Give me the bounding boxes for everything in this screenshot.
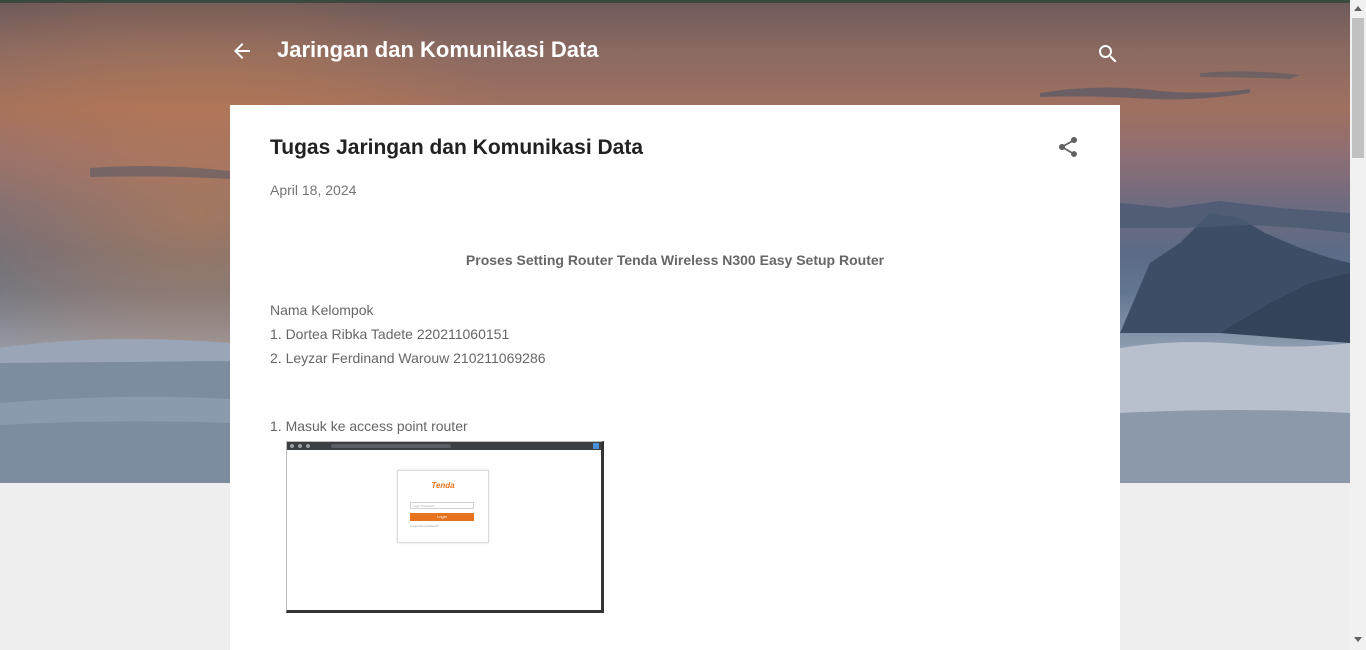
browser-toolbar — [287, 442, 601, 450]
scrollbar-thumb[interactable] — [1352, 18, 1364, 158]
tenda-login-panel: Tenda Login Password Login Forget the pa… — [397, 470, 489, 543]
forgot-password-link: Forget the password? — [410, 524, 440, 528]
nav-dot-icon — [290, 444, 294, 448]
step-1-text: 1. Masuk ke access point router — [270, 418, 468, 434]
post-heading-text: Proses Setting Router Tenda Wireless N30… — [465, 252, 885, 268]
post-title: Tugas Jaringan dan Komunikasi Data — [270, 136, 644, 159]
nav-dot-icon — [298, 444, 302, 448]
post-heading: Proses Setting Router Tenda Wireless N30… — [230, 252, 1120, 268]
team-info: Nama Kelompok 1. Dortea Ribka Tadete 220… — [270, 298, 546, 370]
router-login-screenshot[interactable]: Tenda Login Password Login Forget the pa… — [286, 441, 604, 613]
team-member: 2. Leyzar Ferdinand Warouw 210211069286 — [270, 350, 546, 366]
blog-title-link[interactable]: Jaringan dan Komunikasi Data — [277, 37, 599, 63]
post-card: Tugas Jaringan dan Komunikasi Data April… — [230, 105, 1120, 650]
arrow-left-icon[interactable] — [230, 39, 254, 63]
scroll-up-icon[interactable] — [1354, 6, 1362, 11]
tenda-logo: Tenda — [431, 481, 455, 490]
team-member: 1. Dortea Ribka Tadete 220211060151 — [270, 326, 510, 342]
share-icon[interactable] — [1056, 135, 1080, 159]
search-icon[interactable] — [1096, 42, 1120, 66]
password-field: Login Password — [410, 502, 474, 509]
login-button: Login — [410, 513, 474, 521]
address-bar — [331, 444, 451, 448]
nav-dot-icon — [306, 444, 310, 448]
extension-icon — [593, 443, 599, 449]
team-label: Nama Kelompok — [270, 302, 374, 318]
vertical-scrollbar[interactable] — [1350, 0, 1366, 650]
scroll-down-icon[interactable] — [1354, 637, 1362, 642]
blog-header-bar: Jaringan dan Komunikasi Data — [230, 30, 1120, 74]
post-date: April 18, 2024 — [270, 182, 357, 198]
